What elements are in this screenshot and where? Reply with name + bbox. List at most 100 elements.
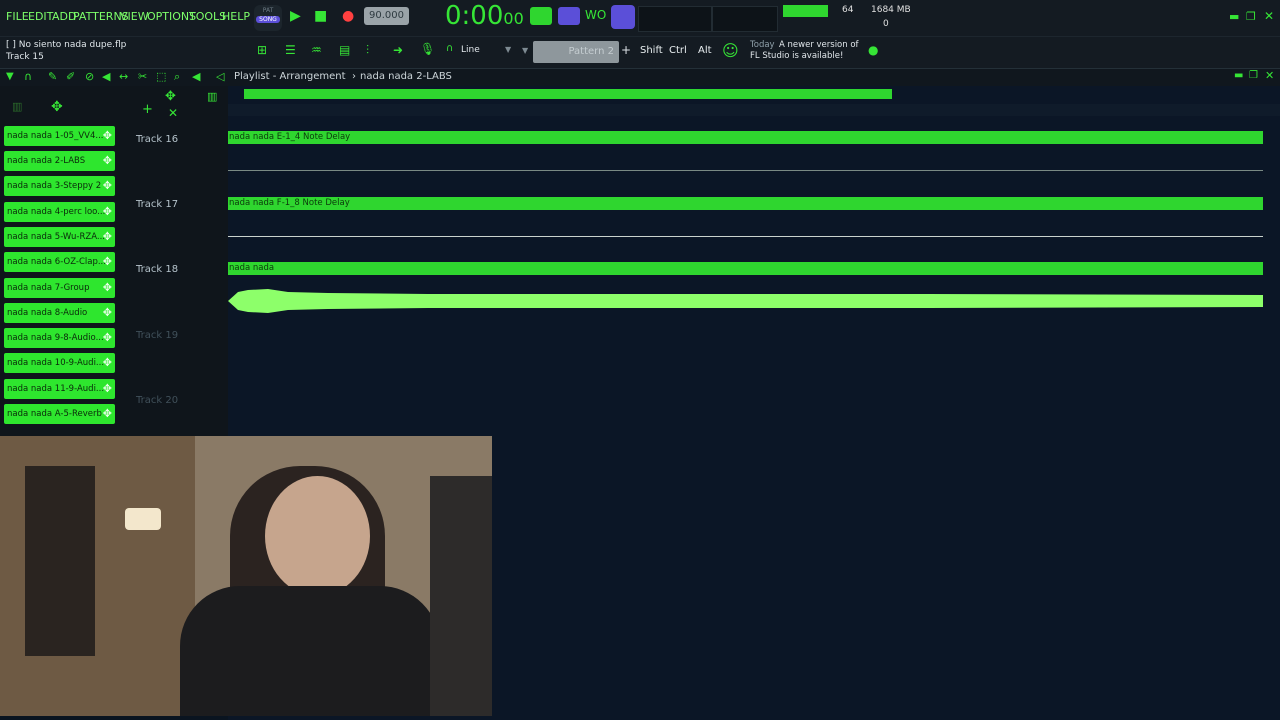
timeline-ruler[interactable] bbox=[228, 104, 1280, 116]
channel-drag-icon[interactable]: ✥ bbox=[103, 227, 112, 247]
record-icon[interactable]: ● bbox=[342, 8, 354, 24]
pattern-dropdown-icon[interactable]: ▼ bbox=[522, 46, 528, 55]
channel-drag-icon[interactable]: ✥ bbox=[103, 379, 112, 399]
ctrl-button[interactable]: Ctrl bbox=[669, 45, 687, 56]
play-icon[interactable]: ▶ bbox=[290, 8, 301, 24]
news-text-1[interactable]: A newer version of bbox=[779, 40, 859, 50]
select-tool-icon[interactable]: ⬚ bbox=[156, 70, 166, 83]
picker-pattern-icon[interactable]: ▥ bbox=[12, 100, 22, 113]
delete-tool-icon[interactable]: ⊘ bbox=[85, 70, 94, 83]
playlist-close-icon[interactable]: ✕ bbox=[1265, 69, 1274, 82]
track-header[interactable]: Track 18 bbox=[136, 264, 178, 275]
shift-button[interactable]: Shift bbox=[640, 45, 663, 56]
add-track-icon[interactable]: + bbox=[142, 102, 153, 117]
channel-item[interactable]: nada nada 4-perc loo... ✥ bbox=[4, 202, 115, 222]
microphone-icon[interactable]: 🎙 bbox=[420, 42, 435, 56]
automation-line[interactable] bbox=[228, 170, 1263, 171]
channel-item[interactable]: nada nada 3-Steppy 2 ✥ bbox=[4, 176, 115, 196]
channel-drag-icon[interactable]: ✥ bbox=[103, 278, 112, 298]
channel-item[interactable]: nada nada 8-Audio ✥ bbox=[4, 303, 115, 323]
remove-track-icon[interactable]: ✕ bbox=[168, 106, 178, 120]
track-header[interactable]: Track 19 bbox=[136, 330, 178, 341]
channel-drag-icon[interactable]: ✥ bbox=[103, 126, 112, 146]
piano-roll-icon[interactable]: ♒ bbox=[311, 43, 322, 57]
magnet-tool-icon[interactable]: ∩ bbox=[24, 70, 32, 83]
add-pattern-button[interactable]: + bbox=[621, 43, 631, 57]
channel-item[interactable]: nada nada 10-9-Audi... ✥ bbox=[4, 353, 115, 373]
track-grid-icon[interactable]: ▥ bbox=[207, 90, 217, 103]
arrangement-arrow-icon[interactable]: ◁ bbox=[216, 70, 224, 83]
slice-tool-icon[interactable]: ✂ bbox=[138, 70, 147, 83]
blend-notes-icon[interactable]: WO bbox=[585, 8, 606, 22]
track-header[interactable]: Track 20 bbox=[136, 395, 178, 406]
channel-item[interactable]: nada nada 6-OZ-Clap... ✥ bbox=[4, 252, 115, 272]
channel-drag-icon[interactable]: ✥ bbox=[103, 328, 112, 348]
channel-drag-icon[interactable]: ✥ bbox=[103, 202, 112, 222]
playlist-restore-icon[interactable]: ❐ bbox=[1249, 70, 1258, 81]
channel-item[interactable]: nada nada 1-05_VV4... ✥ bbox=[4, 126, 115, 146]
restore-icon[interactable]: ❐ bbox=[1246, 10, 1256, 23]
channel-item[interactable]: nada nada A-5-Reverb ✥ bbox=[4, 404, 115, 424]
paint-tool-icon[interactable]: ✐ bbox=[66, 70, 75, 83]
channel-drag-icon[interactable]: ✥ bbox=[103, 404, 112, 424]
channel-item[interactable]: nada nada 2-LABS ✥ bbox=[4, 151, 115, 171]
menu-bar: FILE EDIT ADD PATTERNS VIEW OPTIONS TOOL… bbox=[0, 0, 1280, 36]
automation-line[interactable] bbox=[228, 236, 1263, 237]
playlist-pattern[interactable]: nada nada 2-LABS bbox=[360, 71, 452, 82]
playlist-header: ▼ ∩ ✎ ✐ ⊘ ◀ ↔ ✂ ⬚ ⌕ ◀ ◁ Playlist - Arran… bbox=[0, 68, 1280, 87]
arrow-icon[interactable]: ➜ bbox=[393, 43, 403, 57]
channel-drag-icon[interactable]: ✥ bbox=[103, 303, 112, 323]
picker-move-icon[interactable]: ✥ bbox=[51, 99, 63, 115]
menu-file[interactable]: FILE bbox=[6, 10, 29, 23]
minimize-icon[interactable]: ▬ bbox=[1229, 10, 1239, 23]
track-header[interactable]: Track 17 bbox=[136, 199, 178, 210]
menu-edit[interactable]: EDIT bbox=[28, 10, 53, 23]
clip-header[interactable] bbox=[228, 262, 1263, 275]
clip-header[interactable] bbox=[228, 197, 1263, 210]
mute-tool-icon[interactable]: ◀ bbox=[102, 70, 110, 83]
playlist-icon[interactable]: ▤ bbox=[339, 43, 350, 57]
clip-header[interactable] bbox=[228, 131, 1263, 144]
pat-song-toggle[interactable]: PAT SONG bbox=[254, 5, 282, 31]
slip-tool-icon[interactable]: ↔ bbox=[119, 70, 128, 83]
mixer-icon[interactable]: ⫶ bbox=[366, 43, 369, 58]
playback-tool-icon[interactable]: ◀ bbox=[192, 70, 200, 83]
stop-icon[interactable]: ■ bbox=[314, 8, 327, 24]
channel-label: nada nada A-5-Reverb bbox=[7, 409, 102, 419]
close-icon[interactable]: ✕ bbox=[1264, 9, 1274, 23]
audio-waveform[interactable] bbox=[228, 286, 1263, 316]
channel-item[interactable]: nada nada 7-Group ✥ bbox=[4, 278, 115, 298]
channel-rack-icon[interactable]: ☰ bbox=[285, 43, 296, 57]
channel-drag-icon[interactable]: ✥ bbox=[103, 151, 112, 171]
channel-drag-icon[interactable]: ✥ bbox=[103, 252, 112, 272]
track-header[interactable]: Track 16 bbox=[136, 134, 178, 145]
playlist-menu-icon[interactable]: ▼ bbox=[6, 71, 14, 82]
channel-item[interactable]: nada nada 9-8-Audio... ✥ bbox=[4, 328, 115, 348]
alt-button[interactable]: Alt bbox=[698, 45, 712, 56]
news-text-2[interactable]: FL Studio is available! bbox=[750, 51, 843, 61]
draw-tool-icon[interactable]: ✎ bbox=[48, 70, 57, 83]
snap-dropdown-icon[interactable]: ▼ bbox=[505, 45, 511, 54]
menu-view[interactable]: VIEW bbox=[120, 10, 149, 23]
zoom-tool-icon[interactable]: ⌕ bbox=[174, 70, 180, 84]
globe-icon[interactable]: ● bbox=[868, 43, 878, 57]
channel-label: nada nada 11-9-Audi... bbox=[7, 384, 105, 394]
browser-icon[interactable]: ⊞ bbox=[257, 43, 267, 57]
track-move-icon[interactable]: ✥ bbox=[165, 89, 176, 104]
typing-keyboard-icon[interactable] bbox=[530, 7, 552, 25]
magnet-icon[interactable]: ∩ bbox=[446, 43, 453, 54]
metronome-icon[interactable] bbox=[611, 5, 635, 29]
tempo-display[interactable]: 90.000 bbox=[364, 7, 409, 25]
pattern-selector[interactable]: Pattern 2 bbox=[533, 41, 619, 63]
news-icon[interactable]: ☺ bbox=[722, 41, 739, 60]
countdown-icon[interactable] bbox=[558, 7, 580, 25]
snap-select[interactable]: Line bbox=[461, 45, 480, 55]
channel-drag-icon[interactable]: ✥ bbox=[103, 176, 112, 196]
menu-tools[interactable]: TOOLS bbox=[189, 10, 226, 23]
channel-item[interactable]: nada nada 5-Wu-RZA... ✥ bbox=[4, 227, 115, 247]
channel-item[interactable]: nada nada 11-9-Audi... ✥ bbox=[4, 379, 115, 399]
horizontal-scrollbar[interactable] bbox=[244, 89, 892, 99]
menu-help[interactable]: HELP bbox=[222, 10, 250, 23]
playlist-minimize-icon[interactable]: ▬ bbox=[1234, 70, 1243, 81]
channel-drag-icon[interactable]: ✥ bbox=[103, 353, 112, 373]
